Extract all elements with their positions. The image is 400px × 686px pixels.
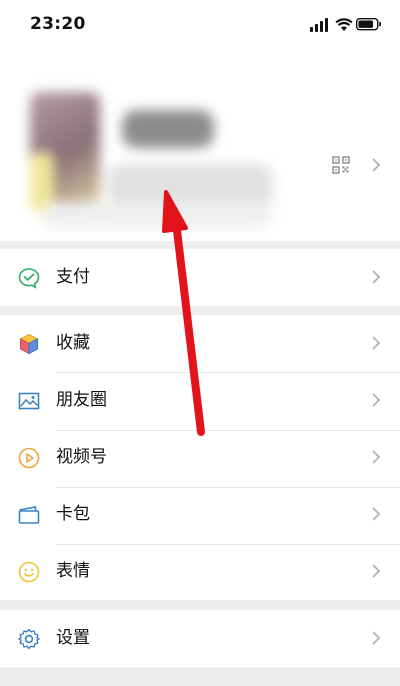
profile-header[interactable] <box>0 50 400 241</box>
chevron-right-icon <box>372 158 381 172</box>
channels-play-icon <box>18 447 40 469</box>
menu-item-cards[interactable]: 卡包 <box>0 486 400 543</box>
menu-label-settings: 设置 <box>56 628 90 648</box>
moments-photo-icon <box>18 392 40 410</box>
menu-item-stickers[interactable]: 表情 <box>0 543 400 600</box>
chevron-right-icon <box>372 507 381 521</box>
menu-label-cards: 卡包 <box>56 504 90 524</box>
menu-item-moments[interactable]: 朋友圈 <box>0 372 400 429</box>
blurred-profile-info <box>30 92 285 230</box>
chevron-right-icon <box>372 631 381 645</box>
menu-label-channels: 视频号 <box>56 447 107 467</box>
menu-label-moments: 朋友圈 <box>56 390 107 410</box>
card-wallet-icon <box>18 506 40 524</box>
gear-icon <box>18 628 40 650</box>
menu-item-pay[interactable]: 支付 <box>0 249 400 306</box>
signal-icon <box>310 18 328 32</box>
status-bar: 23:20 <box>0 0 400 50</box>
smiley-icon <box>18 561 40 583</box>
pay-icon <box>18 268 40 289</box>
menu-item-favorites[interactable]: 收藏 <box>0 315 400 372</box>
chevron-right-icon <box>372 270 381 284</box>
chevron-right-icon <box>372 393 381 407</box>
chevron-right-icon <box>372 336 381 350</box>
wifi-icon <box>335 18 353 31</box>
group-pay: 支付 <box>0 249 400 306</box>
battery-icon <box>355 17 381 31</box>
group-settings: 设置 <box>0 610 400 667</box>
menu-label-stickers: 表情 <box>56 561 90 581</box>
nickname-blurred <box>122 110 214 148</box>
favorites-cube-icon <box>19 333 39 355</box>
menu-item-channels[interactable]: 视频号 <box>0 429 400 486</box>
status-icons <box>310 16 382 32</box>
group-main: 收藏 朋友圈 视频号 卡包 表情 <box>0 315 400 600</box>
status-time: 23:20 <box>30 14 86 34</box>
qr-code-icon[interactable] <box>332 156 350 174</box>
menu-label-pay: 支付 <box>56 267 90 287</box>
menu-item-settings[interactable]: 设置 <box>0 610 400 667</box>
chevron-right-icon <box>372 450 381 464</box>
chevron-right-icon <box>372 564 381 578</box>
menu-label-favorites: 收藏 <box>56 333 90 353</box>
